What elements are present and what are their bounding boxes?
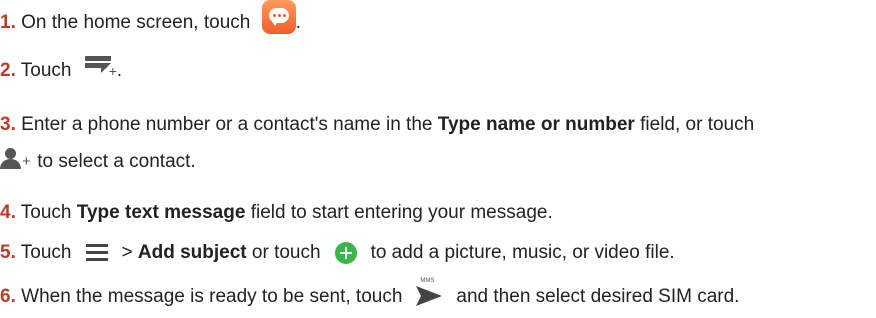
menu-icon[interactable] bbox=[85, 243, 108, 262]
step-number: 1. bbox=[0, 12, 16, 34]
messaging-app-icon[interactable] bbox=[261, 0, 296, 34]
step-number: 6. bbox=[0, 286, 16, 308]
send-icon-label: MMS bbox=[420, 278, 435, 284]
new-message-icon[interactable]: + bbox=[83, 54, 117, 78]
step-text-end: to add a picture, music, or video file. bbox=[370, 242, 675, 263]
step-text: Enter a phone number or a contact's name… bbox=[21, 114, 433, 135]
step-number: 3. bbox=[0, 114, 16, 135]
step-text-mid: or touch bbox=[251, 242, 321, 263]
step-text-end: field to start entering your message. bbox=[250, 202, 553, 223]
step-text-end: . bbox=[116, 60, 123, 81]
step-text: On the home screen, touch bbox=[21, 12, 251, 34]
step-3: 3. Enter a phone number or a contact's n… bbox=[0, 112, 754, 138]
step-4: 4. Touch Type text message field to star… bbox=[0, 200, 553, 226]
step-text-end: . bbox=[295, 12, 301, 34]
step-text: Touch bbox=[20, 202, 72, 223]
step-text: Touch bbox=[20, 242, 72, 263]
step-number: 5. bbox=[0, 242, 16, 263]
step-text: Touch bbox=[20, 60, 72, 81]
field-name-bold: Type text message bbox=[76, 202, 246, 223]
step-5: 5. Touch > Add subject or touch to add a… bbox=[0, 240, 675, 266]
step-number: 2. bbox=[0, 60, 16, 81]
step-text: to select a contact. bbox=[37, 151, 196, 172]
add-contact-icon[interactable]: + bbox=[0, 147, 32, 172]
step-2: 2. Touch + . bbox=[0, 55, 123, 84]
separator: > bbox=[121, 242, 133, 263]
send-arrow-icon bbox=[416, 286, 443, 306]
menu-option-bold: Add subject bbox=[137, 242, 247, 263]
step-number: 4. bbox=[0, 202, 16, 223]
step-text-end: and then select desired SIM card. bbox=[456, 286, 740, 308]
step-3-line-2: + to select a contact. bbox=[0, 147, 196, 175]
send-mms-icon[interactable]: MMS bbox=[416, 278, 443, 308]
step-text: When the message is ready to be sent, to… bbox=[21, 286, 403, 308]
step-6: 6. When the message is ready to be sent,… bbox=[0, 278, 740, 312]
field-name-bold: Type name or number bbox=[437, 114, 635, 135]
add-circle-icon[interactable] bbox=[334, 241, 357, 264]
step-1: 1. On the home screen, touch . bbox=[0, 0, 301, 40]
step-text-end: field, or touch bbox=[640, 114, 755, 135]
